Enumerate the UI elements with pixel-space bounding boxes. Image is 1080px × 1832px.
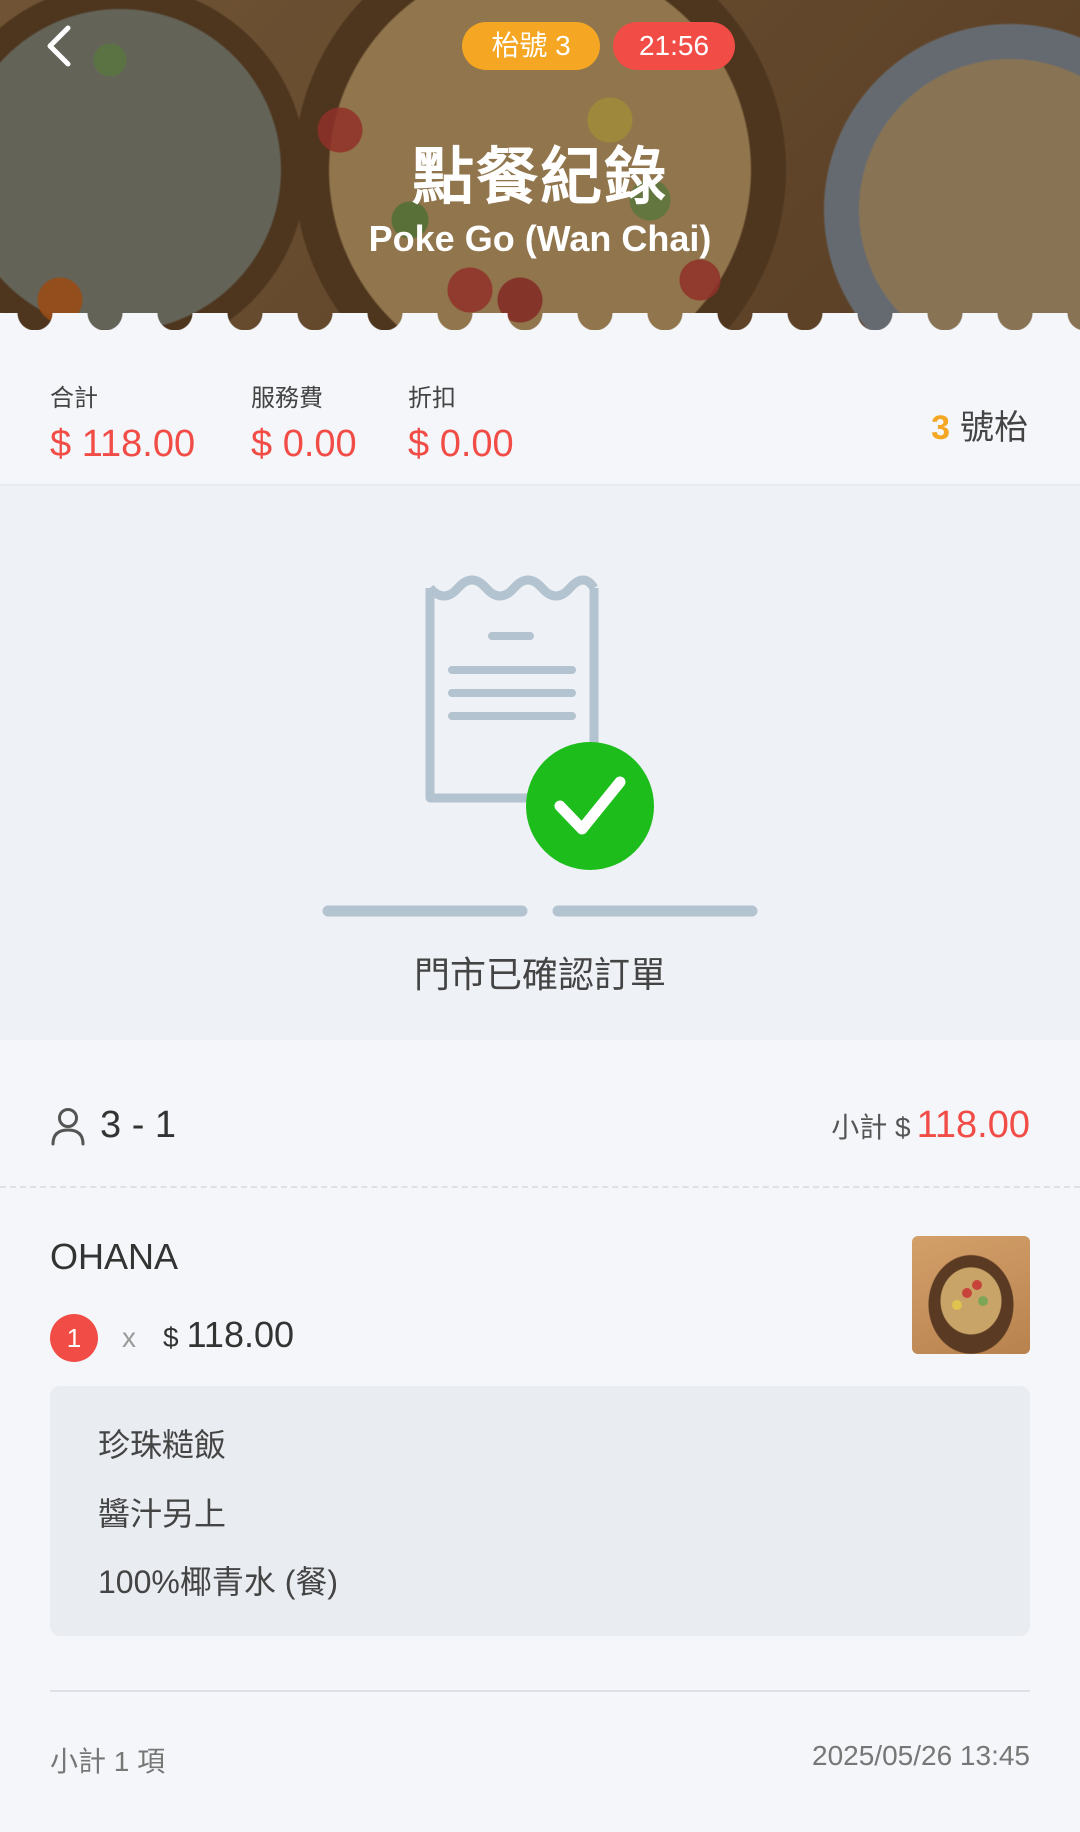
restaurant-name: Poke Go (Wan Chai): [368, 218, 712, 259]
discount-label: 折扣: [408, 385, 456, 412]
total-label: 合計: [50, 385, 98, 412]
back-button[interactable]: [38, 22, 86, 70]
receipt-check-icon: [322, 575, 758, 917]
guest-header: 3 - 1 小計 $118.00: [0, 1068, 1080, 1188]
item-thumbnail[interactable]: [912, 1236, 1030, 1354]
order-section: 3 - 1 小計 $118.00 OHANA 1 x $118.00 珍珠糙飯 …: [0, 1068, 1080, 1832]
table-indicator: 3 號枱: [931, 400, 1028, 449]
item-price: $118.00: [163, 1314, 294, 1356]
discount-value: $ 0.00: [408, 423, 514, 465]
item-options: 珍珠糙飯 醬汁另上 100%椰青水 (餐): [50, 1386, 1030, 1636]
order-status-text: 門市已確認訂單: [413, 954, 666, 995]
person-icon: [51, 1108, 85, 1146]
table-suffix: 號枱: [960, 409, 1028, 447]
page-title: 點餐紀錄: [411, 143, 668, 212]
subtotal-value: 118.00: [916, 1104, 1030, 1146]
table-number-badge: 枱號 3: [462, 22, 600, 70]
service-fee-block: 服務費 $ 0.00: [251, 378, 357, 466]
scalloped-edge: [0, 313, 1080, 360]
option-item: 100%椰青水 (餐): [98, 1564, 339, 1600]
subtotal-label: 小計 $: [831, 1112, 911, 1143]
service-fee-label: 服務費: [251, 385, 323, 412]
time-badge: 21:56: [613, 22, 735, 70]
guest-subtotal: 小計 $118.00: [831, 1104, 1030, 1147]
total-block: 合計 $ 118.00: [50, 378, 195, 466]
order-status-panel: 門市已確認訂單: [0, 486, 1080, 1040]
totals-bar: 合計 $ 118.00 服務費 $ 0.00 折扣 $ 0.00 3 號枱: [0, 360, 1080, 486]
currency-symbol: $: [163, 1322, 179, 1353]
guest-label: 3 - 1: [100, 1104, 177, 1146]
times-sign: x: [122, 1322, 136, 1353]
option-item: 珍珠糙飯: [98, 1427, 227, 1463]
chevron-left-icon: [47, 25, 71, 67]
service-fee-value: $ 0.00: [251, 423, 357, 465]
table-number: 3: [931, 409, 950, 447]
divider: [50, 1690, 1030, 1692]
discount-block: 折扣 $ 0.00: [408, 378, 514, 466]
item-price-value: 118.00: [186, 1314, 295, 1355]
total-value: $ 118.00: [50, 423, 196, 465]
option-item: 醬汁另上: [98, 1496, 227, 1532]
item-count: 小計 1 項: [50, 1746, 166, 1777]
item-name: OHANA: [50, 1236, 179, 1277]
order-timestamp: 2025/05/26 13:45: [812, 1740, 1030, 1771]
quantity-badge: 1: [50, 1314, 98, 1362]
header-banner: 枱號 3 21:56 點餐紀錄 Poke Go (Wan Chai): [0, 0, 1080, 360]
